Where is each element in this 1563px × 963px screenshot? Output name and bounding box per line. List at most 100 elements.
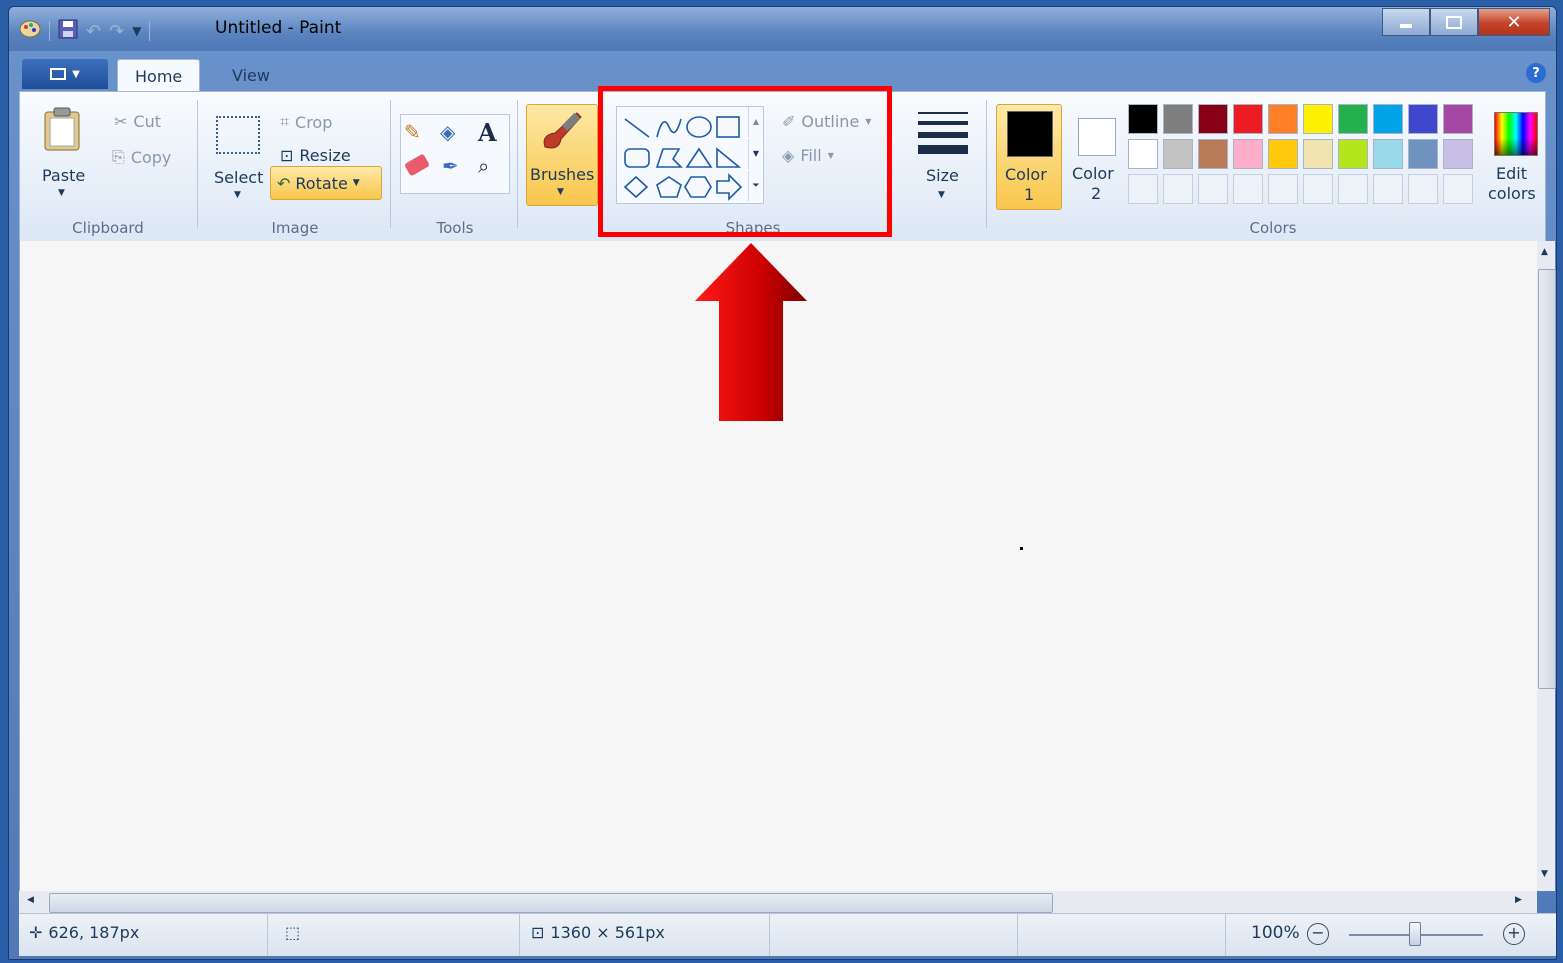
magnifier-icon[interactable]: ⌕ [478,154,489,178]
rotate-label: Rotate [295,173,348,193]
palette-swatch[interactable] [1128,174,1158,204]
fill-bucket-icon[interactable]: ◈ [440,120,455,144]
redo-icon[interactable]: ↷ [109,21,124,42]
palette-swatch[interactable] [1338,174,1368,204]
palette-swatch[interactable] [1163,139,1193,169]
palette-swatch[interactable] [1303,104,1333,134]
resize-button[interactable]: ⊡ Resize [280,146,351,165]
vertical-scrollbar[interactable]: ▲ ▼ [1537,241,1556,891]
palette-swatch[interactable] [1163,174,1193,204]
palette-swatch[interactable] [1408,139,1438,169]
maximize-button[interactable] [1430,8,1478,36]
shapes-highlight-box [598,86,892,237]
color2-label: Color [1072,164,1114,183]
zoom-in-button[interactable]: + [1503,923,1525,945]
horizontal-scrollbar[interactable]: ◀ ▶ [19,891,1537,913]
select-button[interactable]: Select ▼ [210,102,266,202]
scissors-icon: ✂ [114,112,128,131]
paint-menu-button[interactable]: ▼ [22,59,108,89]
clipboard-icon [44,107,80,151]
window-title: Untitled - Paint [215,18,342,38]
red-up-arrow [695,243,807,421]
paste-button[interactable]: Paste ▼ [34,102,94,202]
palette-swatch[interactable] [1408,174,1438,204]
palette-swatch[interactable] [1268,174,1298,204]
paste-label: Paste [42,166,86,185]
rotate-icon: ↶ [277,173,291,193]
edit-colors-label-line2: colors [1488,184,1536,203]
color-palette [1128,104,1480,210]
scroll-left-icon[interactable]: ◀ [27,895,34,905]
text-icon[interactable]: A [478,118,497,147]
color-picker-icon[interactable]: ✒ [442,154,459,178]
palette-swatch[interactable] [1303,174,1333,204]
cursor-position: ✛ 626, 187px [29,923,139,942]
palette-swatch[interactable] [1163,104,1193,134]
palette-swatch[interactable] [1303,139,1333,169]
color1-swatch [1007,111,1053,157]
chevron-down-icon: ▼ [72,68,80,80]
palette-swatch[interactable] [1268,139,1298,169]
palette-swatch[interactable] [1443,139,1473,169]
zoom-slider-thumb[interactable] [1409,922,1421,946]
palette-swatch[interactable] [1408,104,1438,134]
copy-label: Copy [130,147,172,167]
tab-home[interactable]: Home [117,59,201,92]
scroll-down-icon[interactable]: ▼ [1541,869,1548,879]
palette-swatch[interactable] [1443,174,1473,204]
tools-group: ✎ ◈ A ✒ ⌕ Tools [394,92,516,242]
tools-group-label: Tools [436,219,474,237]
cursor-position-text: 626, 187px [48,923,140,942]
palette-swatch[interactable] [1373,174,1403,204]
size-label: Size [926,166,959,185]
color2-swatch [1078,118,1116,156]
palette-swatch[interactable] [1198,104,1228,134]
cut-label: Cut [133,112,161,131]
palette-swatch[interactable] [1338,139,1368,169]
save-icon[interactable] [58,19,78,43]
copy-button[interactable]: ⎘ Copy [112,147,171,167]
minimize-icon [1400,24,1412,28]
palette-swatch[interactable] [1198,174,1228,204]
pencil-icon[interactable]: ✎ [404,120,421,144]
size-dropdown-icon: ▼ [938,190,945,200]
palette-swatch[interactable] [1443,104,1473,134]
color2-button[interactable]: Color 2 [1066,104,1130,208]
palette-swatch[interactable] [1233,104,1263,134]
help-icon[interactable]: ? [1526,63,1546,83]
select-rectangle-icon [216,116,260,154]
cut-button[interactable]: ✂ Cut [114,112,161,131]
brushes-button[interactable]: Brushes ▼ [526,104,598,206]
edit-colors-button[interactable]: Edit colors [1484,104,1548,208]
customize-toolbar-icon[interactable]: ▼ [132,24,141,38]
horizontal-scroll-thumb[interactable] [49,893,1053,913]
color-spectrum-icon [1494,112,1538,156]
tab-view[interactable]: View [215,59,287,91]
resize-icon: ⊡ [280,146,294,165]
canvas-size: ⊡ 1360 × 561px [531,923,665,942]
palette-swatch[interactable] [1373,104,1403,134]
color1-button[interactable]: Color 1 [996,104,1062,210]
clipboard-group-label: Clipboard [72,219,144,237]
vertical-scroll-thumb[interactable] [1538,269,1556,689]
palette-swatch[interactable] [1128,139,1158,169]
palette-swatch[interactable] [1373,139,1403,169]
crop-button[interactable]: ⌗ Crop [280,112,332,132]
zoom-out-button[interactable]: − [1307,923,1329,945]
palette-swatch[interactable] [1233,174,1263,204]
palette-swatch[interactable] [1128,104,1158,134]
size-button[interactable]: Size ▼ [912,106,972,206]
close-button[interactable]: ✕ [1478,8,1550,36]
palette-swatch[interactable] [1198,139,1228,169]
palette-swatch[interactable] [1233,139,1263,169]
minimize-button[interactable] [1382,8,1430,36]
rotate-button[interactable]: ↶ Rotate ▼ [270,166,382,200]
undo-icon[interactable]: ↶ [86,21,101,42]
scroll-right-icon[interactable]: ▶ [1515,895,1522,905]
palette-swatch[interactable] [1338,104,1368,134]
color2-number: 2 [1091,184,1102,203]
palette-swatch[interactable] [1268,104,1298,134]
resize-label: Resize [299,146,351,165]
paint-app-icon[interactable] [19,19,41,43]
scroll-up-icon[interactable]: ▲ [1541,247,1548,257]
